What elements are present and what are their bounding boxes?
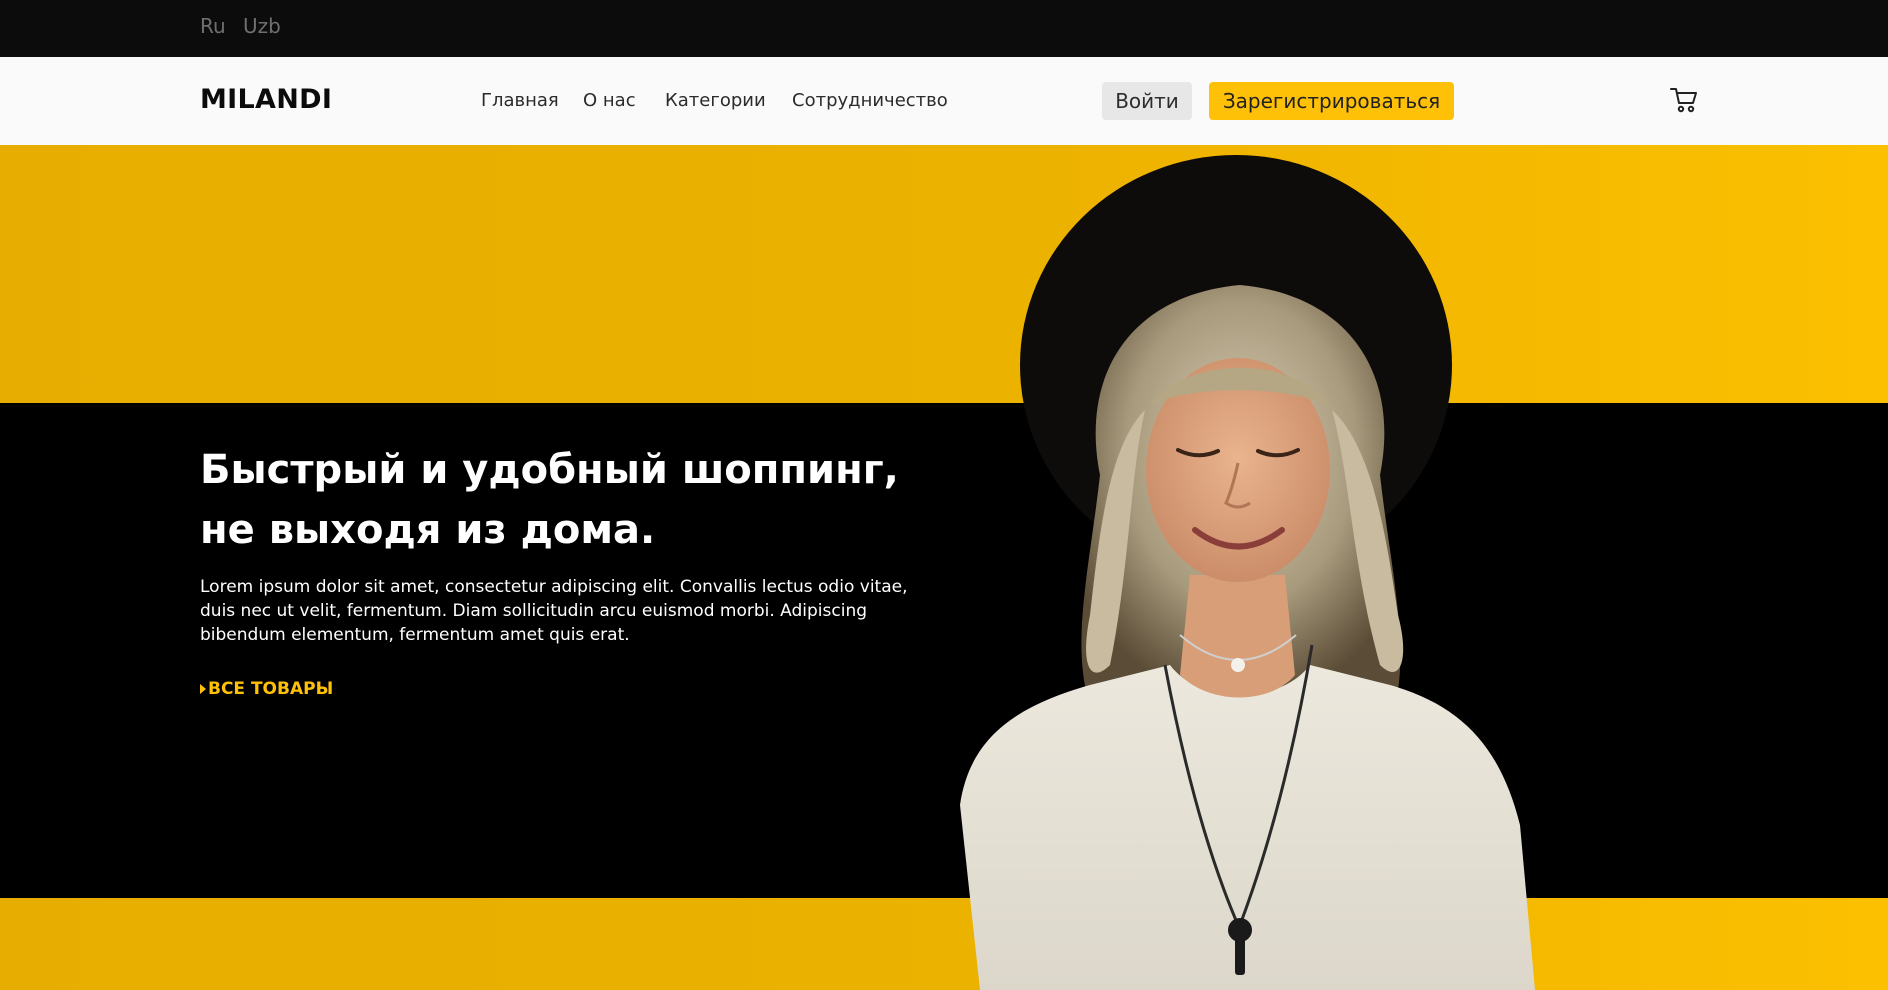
site-logo[interactable]: MILANDI <box>200 84 332 115</box>
hero-woman-photo <box>960 155 1535 990</box>
hero-title-line-2: не выходя из дома. <box>200 507 656 553</box>
nav-link-about[interactable]: О нас <box>583 90 636 111</box>
register-button[interactable]: Зарегистрироваться <box>1209 82 1454 120</box>
hero-title: Быстрый и удобный шоппинг, не выходя из … <box>200 440 960 560</box>
all-products-link[interactable]: ВСЕ ТОВАРЫ <box>200 679 333 699</box>
play-arrow-icon <box>200 684 206 694</box>
nav-link-cooperation[interactable]: Сотрудничество <box>792 90 948 111</box>
all-products-label: ВСЕ ТОВАРЫ <box>208 679 334 699</box>
cart-icon[interactable] <box>1669 85 1699 115</box>
language-ru-link[interactable]: Ru <box>200 14 226 38</box>
language-uzb-link[interactable]: Uzb <box>243 14 281 38</box>
nav-link-home[interactable]: Главная <box>481 90 559 111</box>
nav-link-categories[interactable]: Категории <box>665 90 766 111</box>
login-button[interactable]: Войти <box>1102 82 1192 120</box>
hero-section: Быстрый и удобный шоппинг, не выходя из … <box>0 145 1888 990</box>
language-bar: Ru Uzb <box>0 0 1888 57</box>
hero-title-line-1: Быстрый и удобный шоппинг, <box>200 447 899 493</box>
main-navbar: MILANDI Главная О нас Категории Сотрудни… <box>0 57 1888 145</box>
hero-description: Lorem ipsum dolor sit amet, consectetur … <box>200 577 908 645</box>
